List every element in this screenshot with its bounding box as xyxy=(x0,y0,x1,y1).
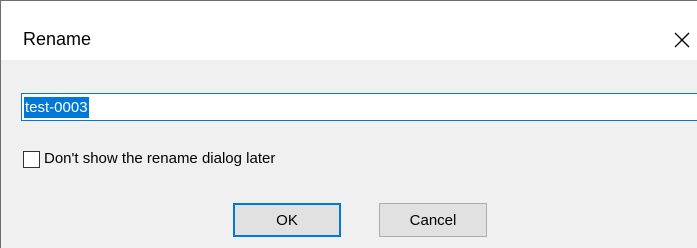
dont-show-checkbox-label[interactable]: Don't show the rename dialog later xyxy=(44,149,275,169)
ok-button[interactable]: OK xyxy=(233,203,341,237)
dialog-title: Rename xyxy=(23,29,92,49)
dont-show-option[interactable]: Don't show the rename dialog later xyxy=(23,149,275,169)
close-button[interactable] xyxy=(667,25,697,55)
title-bar[interactable]: Rename xyxy=(1,1,697,60)
rename-dialog: Rename test-0003 Don't show the rename d… xyxy=(0,0,697,248)
name-input-selected-text: test-0003 xyxy=(24,97,89,118)
dont-show-checkbox[interactable] xyxy=(23,150,40,168)
close-icon xyxy=(674,32,690,48)
cancel-button[interactable]: Cancel xyxy=(379,203,487,237)
name-input[interactable]: test-0003 xyxy=(21,93,697,121)
